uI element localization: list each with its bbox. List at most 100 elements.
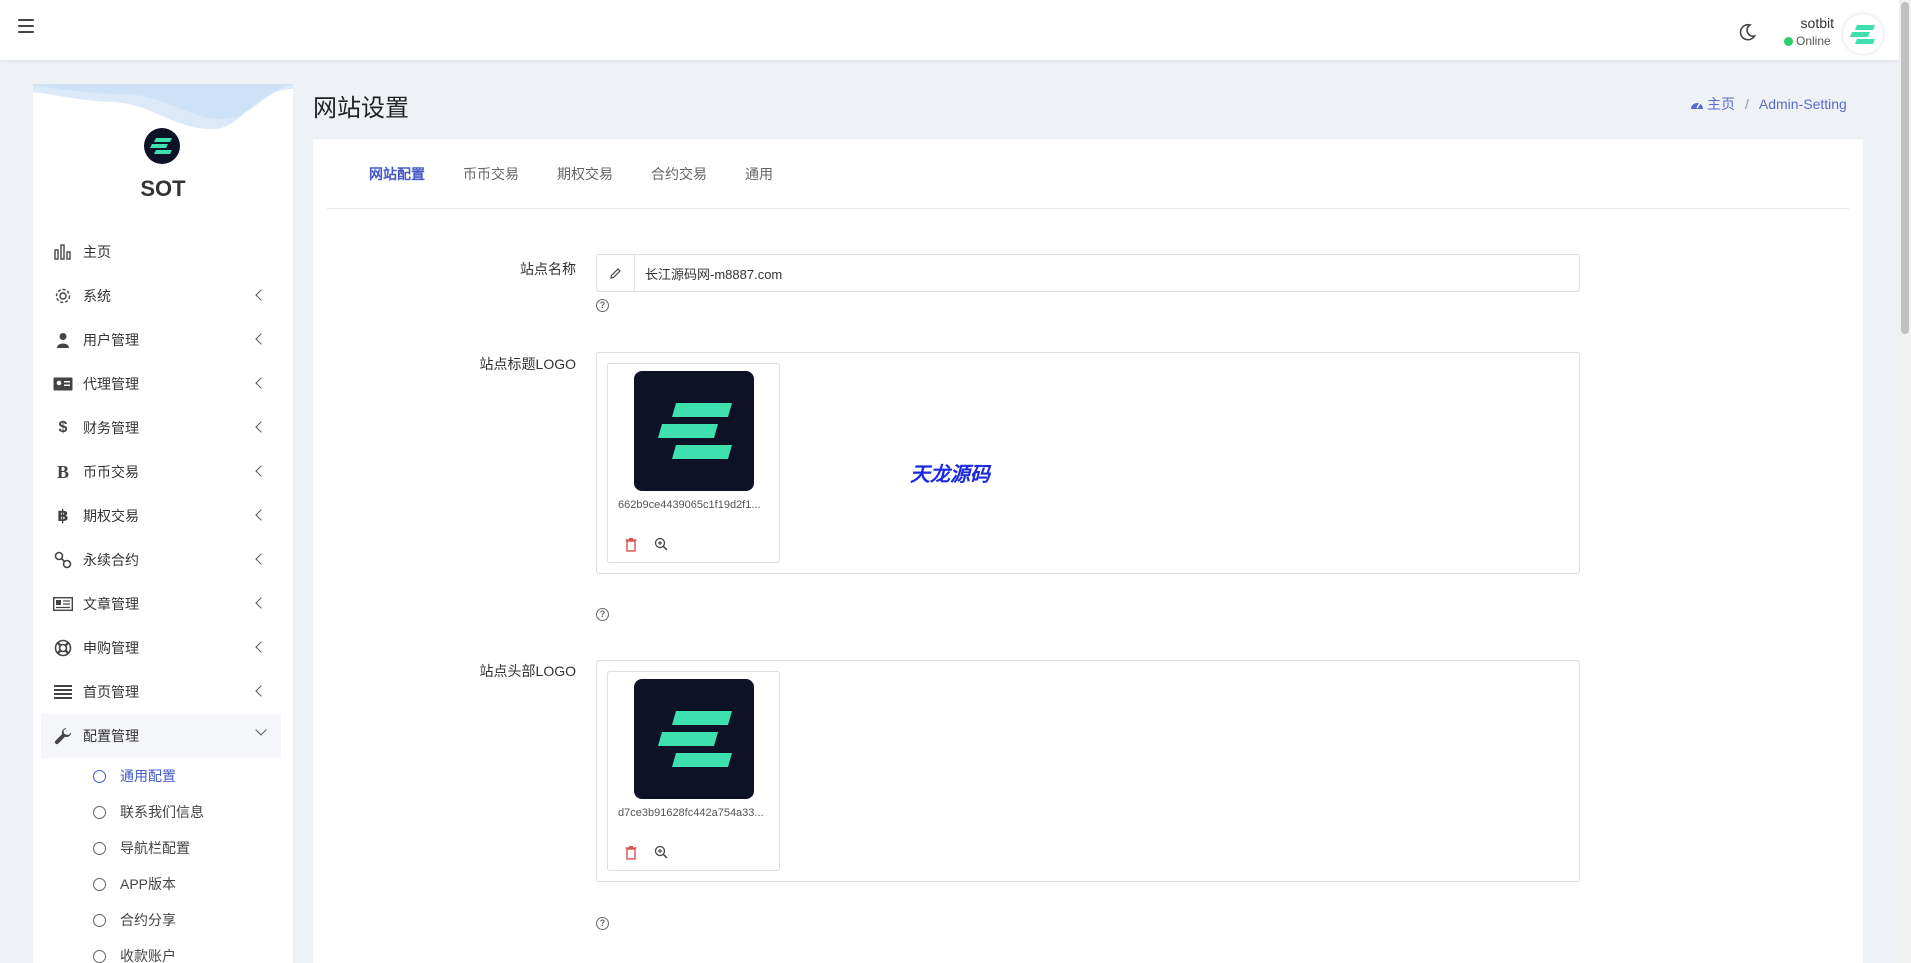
sidebar-item-label: 配置管理 <box>83 728 139 744</box>
sot-logo-icon <box>1850 25 1875 44</box>
site-name-label: 站点名称 <box>520 261 576 277</box>
header-logo-label: 站点头部LOGO <box>479 663 576 679</box>
chevron-left-icon <box>255 377 267 389</box>
chevron-left-icon <box>255 421 267 433</box>
scrollbar-thumb[interactable] <box>1901 2 1909 334</box>
file-preview-card: 662b9ce4439065c1f19d2f1... <box>607 363 780 563</box>
sot-logo-icon <box>150 138 172 154</box>
header-logo-upload-box[interactable]: d7ce3b91628fc442a754a33... <box>596 660 1580 882</box>
sidebar-item-homepage[interactable]: 首页管理 <box>33 670 293 714</box>
help-icon[interactable]: ? <box>596 917 609 930</box>
settings-card: 网站配置 币币交易 期权交易 合约交易 通用 站点名称 ? 站点标题LOGO 6… <box>313 139 1863 963</box>
submenu-item-general-config[interactable]: 通用配置 <box>33 758 293 794</box>
dollar-icon: $ <box>58 419 68 436</box>
watermark-text: 天龙源码 <box>910 464 990 486</box>
chevron-left-icon <box>255 641 267 653</box>
submenu-item-contract-share[interactable]: 合约分享 <box>33 902 293 938</box>
tab-contract-trading[interactable]: 合约交易 <box>651 164 707 184</box>
chevron-down-icon <box>255 724 267 736</box>
sidebar: SOT 主页 系统 用户管理 代理管理 $ 财务管理 B 币币交易 ฿ 期权交易… <box>33 84 293 963</box>
brand-logo[interactable] <box>144 128 180 164</box>
chevron-left-icon <box>255 509 267 521</box>
title-logo-upload-box[interactable]: 662b9ce4439065c1f19d2f1... <box>596 352 1580 574</box>
sidebar-item-label: 文章管理 <box>83 596 139 612</box>
sidebar-item-label: 用户管理 <box>83 332 139 348</box>
trash-icon[interactable] <box>624 845 638 861</box>
hamburger-menu-icon[interactable] <box>18 19 34 33</box>
chevron-left-icon <box>255 333 267 345</box>
title-logo-label: 站点标题LOGO <box>479 356 576 372</box>
chevron-left-icon <box>255 465 267 477</box>
sidebar-item-label: 币币交易 <box>83 464 139 480</box>
sidebar-wave-decoration <box>33 84 293 129</box>
sot-logo-icon <box>658 711 732 767</box>
zoom-in-icon[interactable] <box>654 537 668 551</box>
sidebar-item-system[interactable]: 系统 <box>33 274 293 318</box>
avatar[interactable] <box>1843 14 1883 54</box>
submenu-item-contact-info[interactable]: 联系我们信息 <box>33 794 293 830</box>
user-tie-icon <box>53 331 73 349</box>
chevron-left-icon <box>255 597 267 609</box>
help-icon[interactable]: ? <box>596 608 609 621</box>
sidebar-item-agents[interactable]: 代理管理 <box>33 362 293 406</box>
lifebuoy-icon <box>53 639 73 657</box>
sidebar-item-options-trading[interactable]: ฿ 期权交易 <box>33 494 293 538</box>
circle-icon <box>93 805 106 819</box>
breadcrumb: 主页 / Admin-Setting <box>1690 94 1847 114</box>
submenu-item-app-version[interactable]: APP版本 <box>33 866 293 902</box>
tab-spot-trading[interactable]: 币币交易 <box>463 164 519 184</box>
user-name[interactable]: sotbit <box>1790 15 1834 31</box>
dark-mode-moon-icon[interactable] <box>1737 22 1757 42</box>
sidebar-item-config[interactable]: 配置管理 <box>41 714 281 758</box>
help-icon[interactable]: ? <box>596 299 609 312</box>
brand-name: SOT <box>140 176 186 201</box>
page-scrollbar[interactable] <box>1899 0 1911 963</box>
sidebar-item-label: 财务管理 <box>83 420 139 436</box>
sidebar-item-users[interactable]: 用户管理 <box>33 318 293 362</box>
file-name: d7ce3b91628fc442a754a33... <box>618 807 764 819</box>
sidebar-item-label: 系统 <box>83 288 111 304</box>
file-preview-card: d7ce3b91628fc442a754a33... <box>607 671 780 871</box>
submenu-item-label: APP版本 <box>120 876 177 892</box>
sidebar-item-articles[interactable]: 文章管理 <box>33 582 293 626</box>
breadcrumb-separator: / <box>1745 96 1749 112</box>
bold-b-icon: B <box>56 461 69 482</box>
circle-icon <box>93 913 106 927</box>
dashboard-gauge-icon <box>1691 102 1703 109</box>
sidebar-item-subscription[interactable]: 申购管理 <box>33 626 293 670</box>
tab-site-config[interactable]: 网站配置 <box>369 164 425 184</box>
pencil-icon <box>597 255 635 291</box>
submenu-item-label: 导航栏配置 <box>120 840 190 856</box>
submenu-item-navbar-config[interactable]: 导航栏配置 <box>33 830 293 866</box>
sidebar-item-spot-trading[interactable]: B 币币交易 <box>33 450 293 494</box>
page-title: 网站设置 <box>313 95 409 122</box>
sot-logo-icon <box>658 403 732 459</box>
submenu-item-label: 收款账户 <box>120 948 176 963</box>
circle-icon <box>93 841 106 855</box>
site-name-input[interactable] <box>635 255 1579 291</box>
settings-tabs: 网站配置 币币交易 期权交易 合约交易 通用 <box>327 139 1849 209</box>
tab-options-trading[interactable]: 期权交易 <box>557 164 613 184</box>
breadcrumb-home-link[interactable]: 主页 <box>1707 94 1735 114</box>
sidebar-item-label: 首页管理 <box>83 684 139 700</box>
gear-icon <box>53 287 73 305</box>
submenu-item-payment-account[interactable]: 收款账户 <box>33 938 293 963</box>
zoom-in-icon[interactable] <box>654 845 668 859</box>
sidebar-item-label: 期权交易 <box>83 508 139 524</box>
wrench-icon <box>53 727 73 745</box>
tab-general[interactable]: 通用 <box>745 164 773 184</box>
trash-icon[interactable] <box>624 537 638 553</box>
user-status-text: Online <box>1796 34 1831 48</box>
circle-icon <box>93 877 106 891</box>
site-name-input-group <box>596 254 1580 292</box>
logo-image <box>634 679 754 799</box>
sidebar-item-perpetual[interactable]: 永续合约 <box>33 538 293 582</box>
top-navbar: sotbit Online <box>0 0 1900 60</box>
sidebar-item-label: 代理管理 <box>83 376 139 392</box>
sidebar-item-label: 主页 <box>83 244 111 260</box>
sidebar-item-finance[interactable]: $ 财务管理 <box>33 406 293 450</box>
link-icon <box>53 551 73 569</box>
sidebar-item-home[interactable]: 主页 <box>33 230 293 274</box>
newspaper-icon <box>53 595 73 613</box>
breadcrumb-current: Admin-Setting <box>1758 96 1847 112</box>
